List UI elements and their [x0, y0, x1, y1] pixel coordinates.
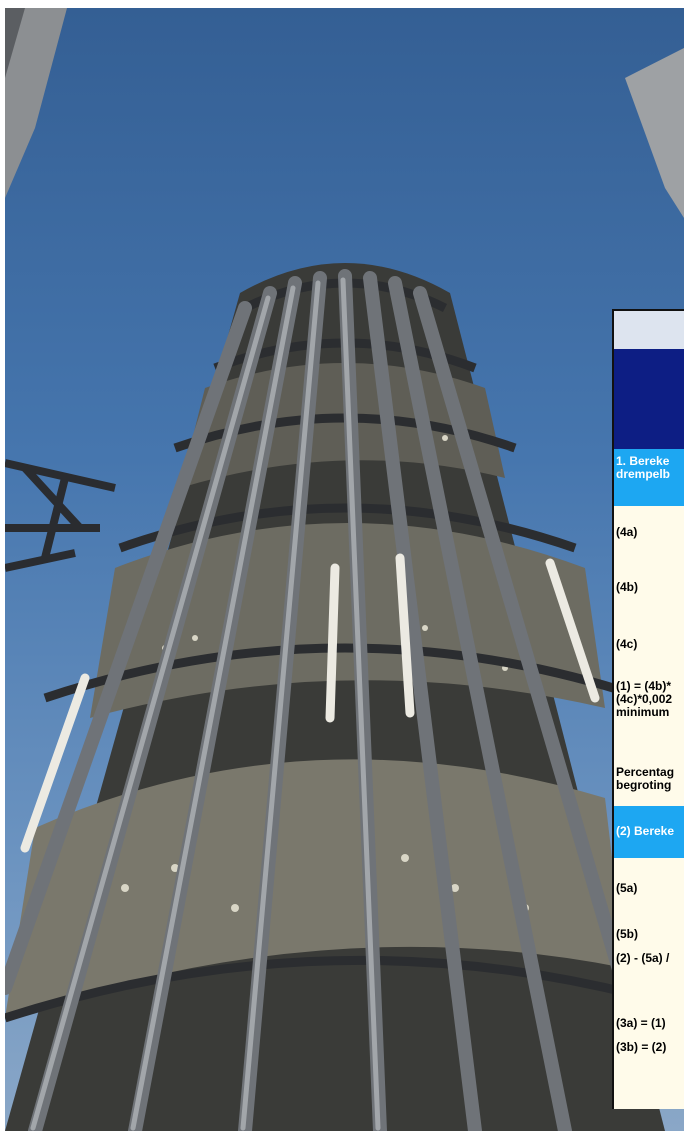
row-3b: (3b) = (2) — [616, 1040, 667, 1054]
spiral-staircase-tower-photo — [5, 8, 684, 1131]
row-1-line3: minimum — [616, 705, 670, 719]
calculation-table-fragment: 1. Bereke drempelb (4a) (4b) (4c) (1) = … — [612, 309, 684, 1109]
section-1-header: 1. Bereke drempelb — [614, 449, 684, 506]
row-3a: (3a) = (1) — [616, 1016, 666, 1030]
row-4b: (4b) — [616, 580, 638, 594]
table-header-band — [614, 349, 684, 449]
row-percentage: Percentag begroting — [614, 734, 684, 806]
row-2-formula: (2) - (5a) / — [616, 951, 670, 965]
right-building-edge — [625, 48, 684, 218]
section-2-header: (2) Bereke — [614, 806, 684, 858]
left-steel-truss — [5, 459, 116, 572]
row-1-formula: (1) = (4b)* (4c)*0,002 minimum — [614, 674, 684, 734]
row-4a: (4a) — [616, 525, 638, 539]
table-top-band — [614, 311, 684, 349]
section-1-title-line2: drempelb — [616, 467, 671, 481]
row-4c: (4c) — [616, 637, 638, 651]
row-percentage-line2: begroting — [616, 778, 672, 792]
photo-frame: 1. Bereke drempelb (4a) (4b) (4c) (1) = … — [5, 8, 684, 1131]
row-5b: (5b) — [616, 927, 638, 941]
row-5a: (5a) — [616, 881, 638, 895]
